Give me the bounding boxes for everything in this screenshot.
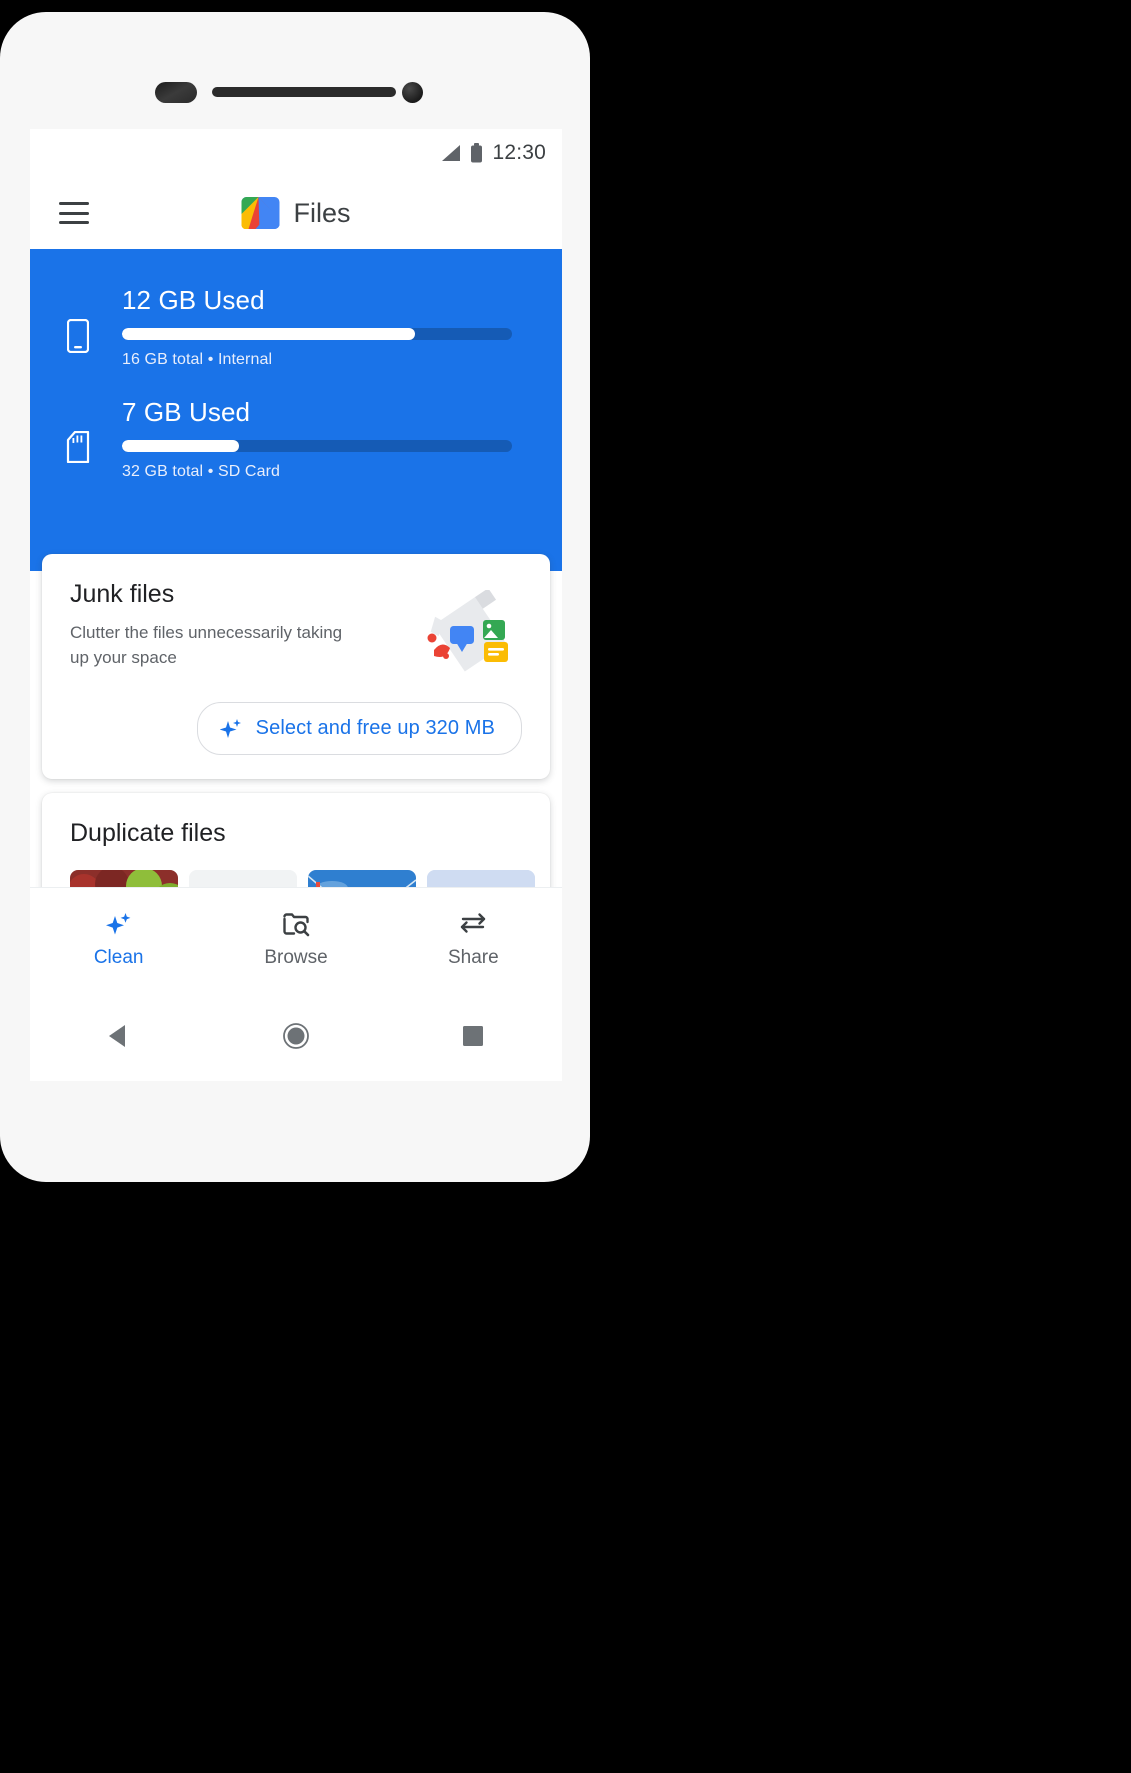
home-circle-icon[interactable] — [207, 1022, 384, 1050]
sparkle-icon — [219, 718, 241, 738]
nav-item-clean[interactable]: Clean — [30, 910, 207, 969]
junk-files-card[interactable]: Junk files Clutter the files unnecessari… — [42, 554, 550, 780]
nav-item-browse[interactable]: Browse — [207, 910, 384, 969]
signal-bars-icon — [442, 145, 461, 161]
duplicate-files-title: Duplicate files — [70, 819, 226, 848]
phone-device-frame: 12:30 Files 12 GB Used 16 GB total • Int… — [0, 12, 590, 1182]
battery-icon — [471, 143, 483, 163]
nav-label-browse: Browse — [264, 947, 328, 968]
storage-row-internal[interactable]: 12 GB Used 16 GB total • Internal — [30, 285, 562, 369]
sd-card-icon — [58, 397, 98, 463]
junk-card-action-row: Select and free up 320 MB — [70, 702, 522, 756]
storage-progress-bar — [122, 440, 512, 452]
nav-item-share[interactable]: Share — [385, 910, 562, 969]
storage-subtitle: 16 GB total • Internal — [122, 351, 273, 368]
storage-progress-fill — [122, 440, 239, 452]
status-bar-clock: 12:30 — [492, 141, 546, 164]
nav-label-clean: Clean — [93, 947, 144, 968]
phone-top-hardware — [155, 78, 425, 106]
storage-overview-section: 12 GB Used 16 GB total • Internal 7 GB U… — [30, 249, 562, 571]
recents-square-icon[interactable] — [385, 1025, 562, 1047]
junk-files-illustration-icon — [427, 590, 508, 672]
storage-progress-bar — [122, 328, 512, 340]
earpiece-speaker-icon — [212, 87, 396, 97]
phone-screen: 12:30 Files 12 GB Used 16 GB total • Int… — [30, 129, 562, 1081]
bottom-navigation-bar: Clean Browse Share — [30, 887, 562, 991]
folder-search-browse-icon — [283, 913, 310, 937]
storage-progress-fill — [122, 328, 415, 340]
storage-subtitle: 32 GB total • SD Card — [122, 463, 280, 480]
app-bar: Files — [30, 177, 562, 249]
phone-storage-icon — [58, 285, 98, 353]
back-triangle-icon[interactable] — [30, 1023, 207, 1049]
storage-used-label: 12 GB Used — [122, 285, 265, 315]
app-title: Files — [293, 197, 351, 228]
storage-used-label: 7 GB Used — [122, 397, 251, 427]
front-camera-icon — [402, 82, 423, 103]
storage-row-sdcard[interactable]: 7 GB Used 32 GB total • SD Card — [30, 397, 562, 481]
hamburger-menu-icon[interactable] — [59, 202, 89, 224]
share-arrows-icon — [461, 913, 486, 933]
select-and-free-up-label: Select and free up 320 MB — [255, 717, 495, 740]
nav-label-share: Share — [447, 947, 499, 968]
camera-lens-icon — [155, 82, 197, 103]
files-app-logo-icon — [241, 197, 280, 229]
select-and-free-up-button[interactable]: Select and free up 320 MB — [196, 702, 522, 756]
status-bar: 12:30 — [30, 129, 562, 177]
app-brand: Files — [241, 194, 351, 232]
sparkle-clean-icon — [105, 913, 131, 935]
android-system-nav-bar — [30, 991, 562, 1081]
junk-files-description: Clutter the files unnecessarily taking u… — [70, 623, 343, 667]
